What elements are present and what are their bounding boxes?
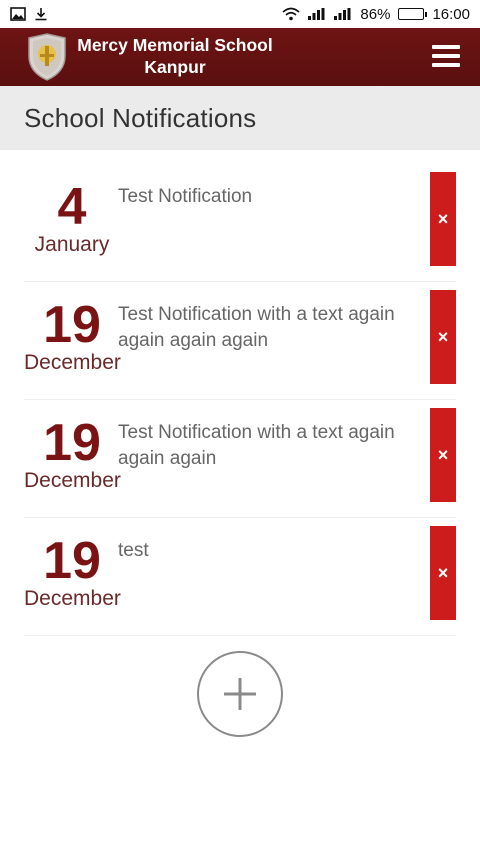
battery-icon xyxy=(398,8,428,20)
delete-button[interactable]: × xyxy=(430,172,456,266)
date-block: 4 January xyxy=(24,180,120,258)
image-icon xyxy=(10,7,26,21)
add-notification-button[interactable] xyxy=(197,651,283,737)
notification-item: 19 December Test Notification with a tex… xyxy=(24,282,456,400)
notification-text: Test Notification with a text again agai… xyxy=(118,422,395,469)
school-name: Mercy Memorial School Kanpur xyxy=(72,34,278,78)
signal-icon xyxy=(308,8,326,20)
notification-item: 4 January Test Notification × xyxy=(24,164,456,282)
notification-day: 19 xyxy=(43,296,101,354)
signal-icon-2 xyxy=(334,8,352,20)
menu-bar xyxy=(432,45,460,49)
app-bar: Mercy Memorial School Kanpur xyxy=(0,28,480,86)
notification-item: 19 December test × xyxy=(24,518,456,636)
close-icon: × xyxy=(437,208,449,229)
school-logo xyxy=(23,32,71,82)
date-block: 19 December xyxy=(24,532,121,612)
page-title: School Notifications xyxy=(24,102,257,133)
battery-percent: 86% xyxy=(360,5,391,23)
menu-icon[interactable] xyxy=(432,45,460,67)
date-block: 19 December xyxy=(24,296,121,376)
status-right: 86% 16:00 xyxy=(282,6,470,23)
notification-month: January xyxy=(34,233,110,256)
notification-list: 4 January Test Notification × 19 Decembe… xyxy=(24,164,456,636)
notification-day: 19 xyxy=(43,414,101,472)
notification-text: Test Notification with a text again agai… xyxy=(118,304,395,351)
page-header: School Notifications xyxy=(0,86,480,150)
menu-bar xyxy=(432,63,460,67)
notification-month: December xyxy=(24,351,121,374)
notification-day: 4 xyxy=(57,178,87,236)
delete-button[interactable]: × xyxy=(430,290,456,384)
status-bar: 86% 16:00 xyxy=(0,0,480,28)
download-icon xyxy=(34,7,48,21)
notification-text: test xyxy=(118,540,149,561)
delete-button[interactable]: × xyxy=(430,526,456,620)
notification-day: 19 xyxy=(43,532,101,590)
notification-text: Test Notification xyxy=(118,186,253,207)
close-icon: × xyxy=(437,444,449,465)
clock: 16:00 xyxy=(432,5,470,23)
wifi-icon xyxy=(282,7,300,21)
close-icon: × xyxy=(437,326,449,347)
delete-button[interactable]: × xyxy=(430,408,456,502)
notification-month: December xyxy=(24,469,121,492)
date-block: 19 December xyxy=(24,414,121,494)
school-name-line1: Mercy Memorial School xyxy=(77,35,273,55)
school-name-line2: Kanpur xyxy=(144,57,206,77)
notification-item: 19 December Test Notification with a tex… xyxy=(24,400,456,518)
close-icon: × xyxy=(437,562,449,583)
plus-icon xyxy=(224,678,256,710)
notification-month: December xyxy=(24,587,121,610)
menu-bar xyxy=(432,54,460,58)
status-left xyxy=(10,7,48,21)
